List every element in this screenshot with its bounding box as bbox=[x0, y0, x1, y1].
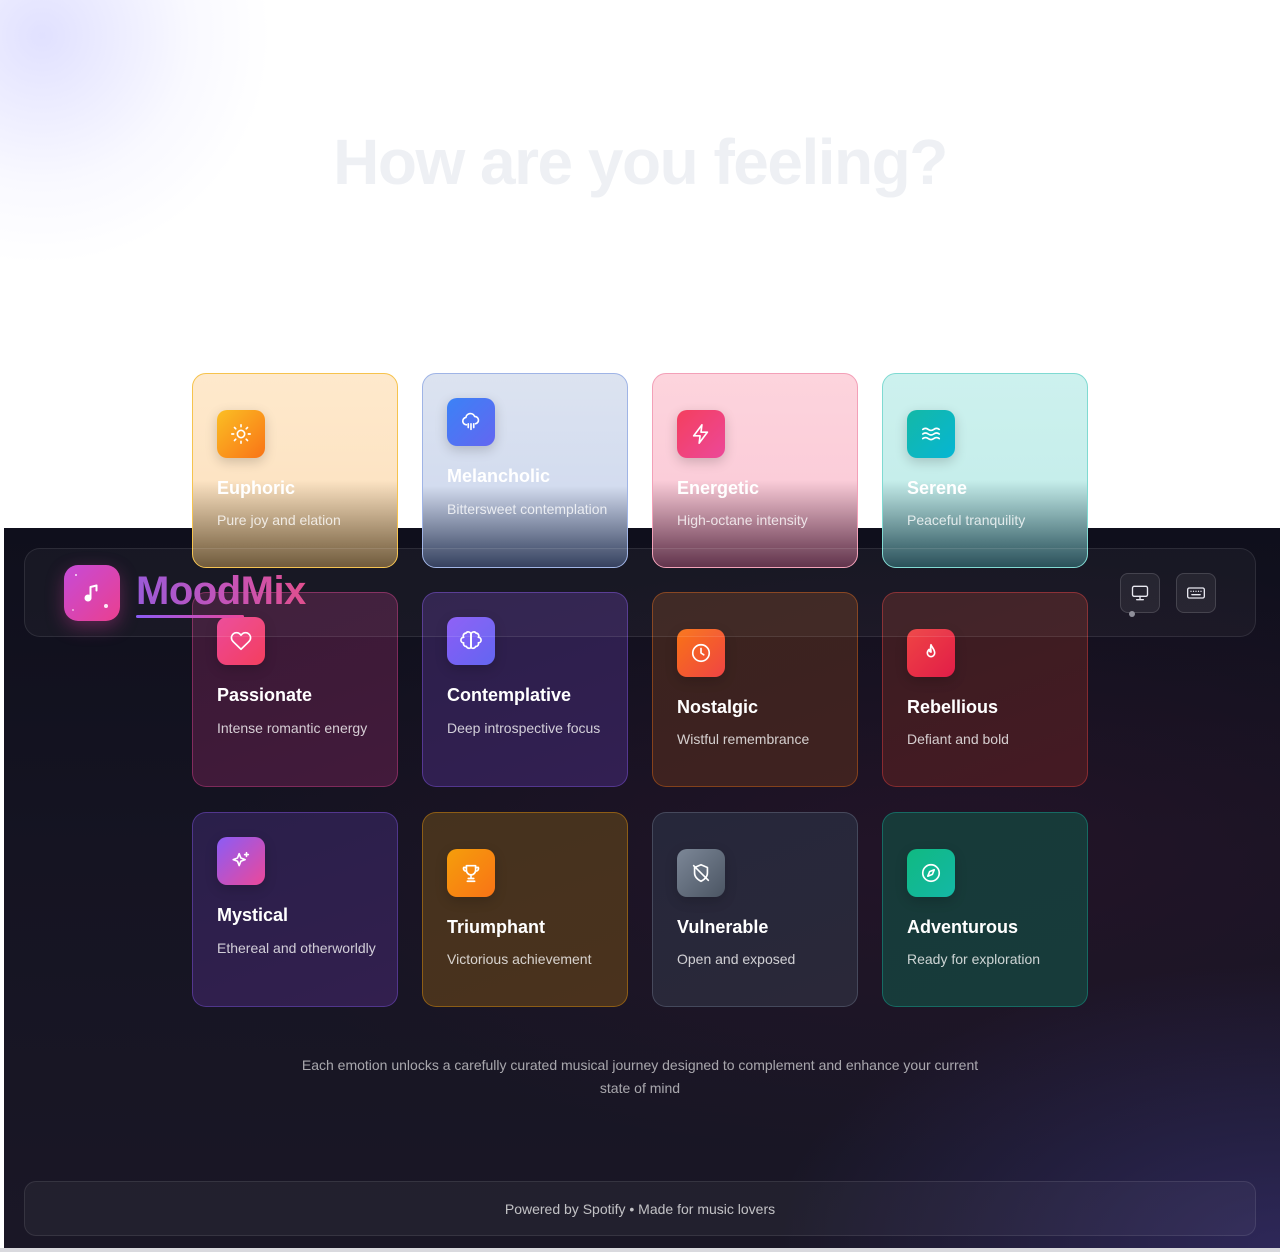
mood-title: Euphoric bbox=[217, 478, 296, 498]
footer-tagline: Each emotion unlocks a carefully curated… bbox=[301, 1057, 979, 1096]
mood-description: High-octane intensity bbox=[677, 512, 808, 528]
mood-card-euphoric[interactable]: Euphoric Pure joy and elation bbox=[192, 373, 398, 568]
mood-title: Energetic bbox=[677, 478, 760, 498]
mood-title: Nostalgic bbox=[677, 697, 759, 717]
footer-credit: Powered by Spotify • Made for music love… bbox=[504, 1200, 776, 1217]
brand-underline bbox=[136, 615, 244, 618]
page-title: How are you feeling? bbox=[333, 126, 948, 198]
mood-description: Intense romantic energy bbox=[217, 720, 368, 736]
mood-card-mystical[interactable]: Mystical Ethereal and otherworldly bbox=[192, 812, 398, 1007]
mood-description: Bittersweet contemplation bbox=[447, 501, 608, 517]
monitor-icon bbox=[1131, 585, 1149, 601]
music-note-icon[interactable] bbox=[64, 565, 120, 621]
display-mode-button[interactable] bbox=[1120, 573, 1160, 613]
mood-grid: Euphoric Pure joy and elation Melancholi… bbox=[192, 373, 1088, 1007]
mood-card-melancholic[interactable]: Melancholic Bittersweet contemplation bbox=[422, 373, 628, 568]
mood-title: Contemplative bbox=[447, 685, 572, 705]
mood-card-serene[interactable]: Serene Peaceful tranquility bbox=[882, 373, 1088, 568]
active-indicator bbox=[1129, 611, 1135, 617]
mood-description: Wistful remembrance bbox=[677, 731, 810, 747]
mood-title: Mystical bbox=[217, 905, 289, 925]
mood-card-vulnerable[interactable]: Vulnerable Open and exposed bbox=[652, 812, 858, 1007]
mood-description: Deep introspective focus bbox=[447, 720, 601, 736]
mood-title: Passionate bbox=[217, 685, 313, 705]
mood-card-adventurous[interactable]: Adventurous Ready for exploration bbox=[882, 812, 1088, 1007]
waves-icon bbox=[907, 410, 955, 458]
mood-description: Defiant and bold bbox=[907, 731, 1009, 747]
mood-description: Victorious achievement bbox=[447, 951, 592, 967]
brand-logo-text[interactable]: MoodMix bbox=[136, 569, 306, 614]
mood-description: Ethereal and otherworldly bbox=[217, 940, 376, 956]
mood-title: Vulnerable bbox=[677, 917, 769, 937]
mood-title: Melancholic bbox=[447, 466, 551, 486]
shield-off-icon bbox=[677, 849, 725, 897]
mood-description: Ready for exploration bbox=[907, 951, 1041, 967]
sun-icon bbox=[217, 410, 265, 458]
lightning-icon bbox=[677, 410, 725, 458]
mood-description: Peaceful tranquility bbox=[907, 512, 1026, 528]
mood-description: Open and exposed bbox=[677, 951, 796, 967]
mood-description: Pure joy and elation bbox=[217, 512, 341, 528]
keyboard-shortcuts-button[interactable] bbox=[1176, 573, 1216, 613]
keyboard-icon bbox=[1187, 587, 1205, 599]
trophy-icon bbox=[447, 849, 495, 897]
window-edge bbox=[0, 1248, 1280, 1252]
mood-title: Serene bbox=[907, 478, 968, 498]
cloud-rain-icon bbox=[447, 398, 495, 446]
mood-card-energetic[interactable]: Energetic High-octane intensity bbox=[652, 373, 858, 568]
mood-title: Rebellious bbox=[907, 697, 999, 717]
mood-title: Adventurous bbox=[907, 917, 1019, 937]
footer-bar: Powered by Spotify • Made for music love… bbox=[24, 1181, 1256, 1236]
mood-card-triumphant[interactable]: Triumphant Victorious achievement bbox=[422, 812, 628, 1007]
compass-icon bbox=[907, 849, 955, 897]
mood-title: Triumphant bbox=[447, 917, 545, 937]
sparkles-icon bbox=[217, 837, 265, 885]
